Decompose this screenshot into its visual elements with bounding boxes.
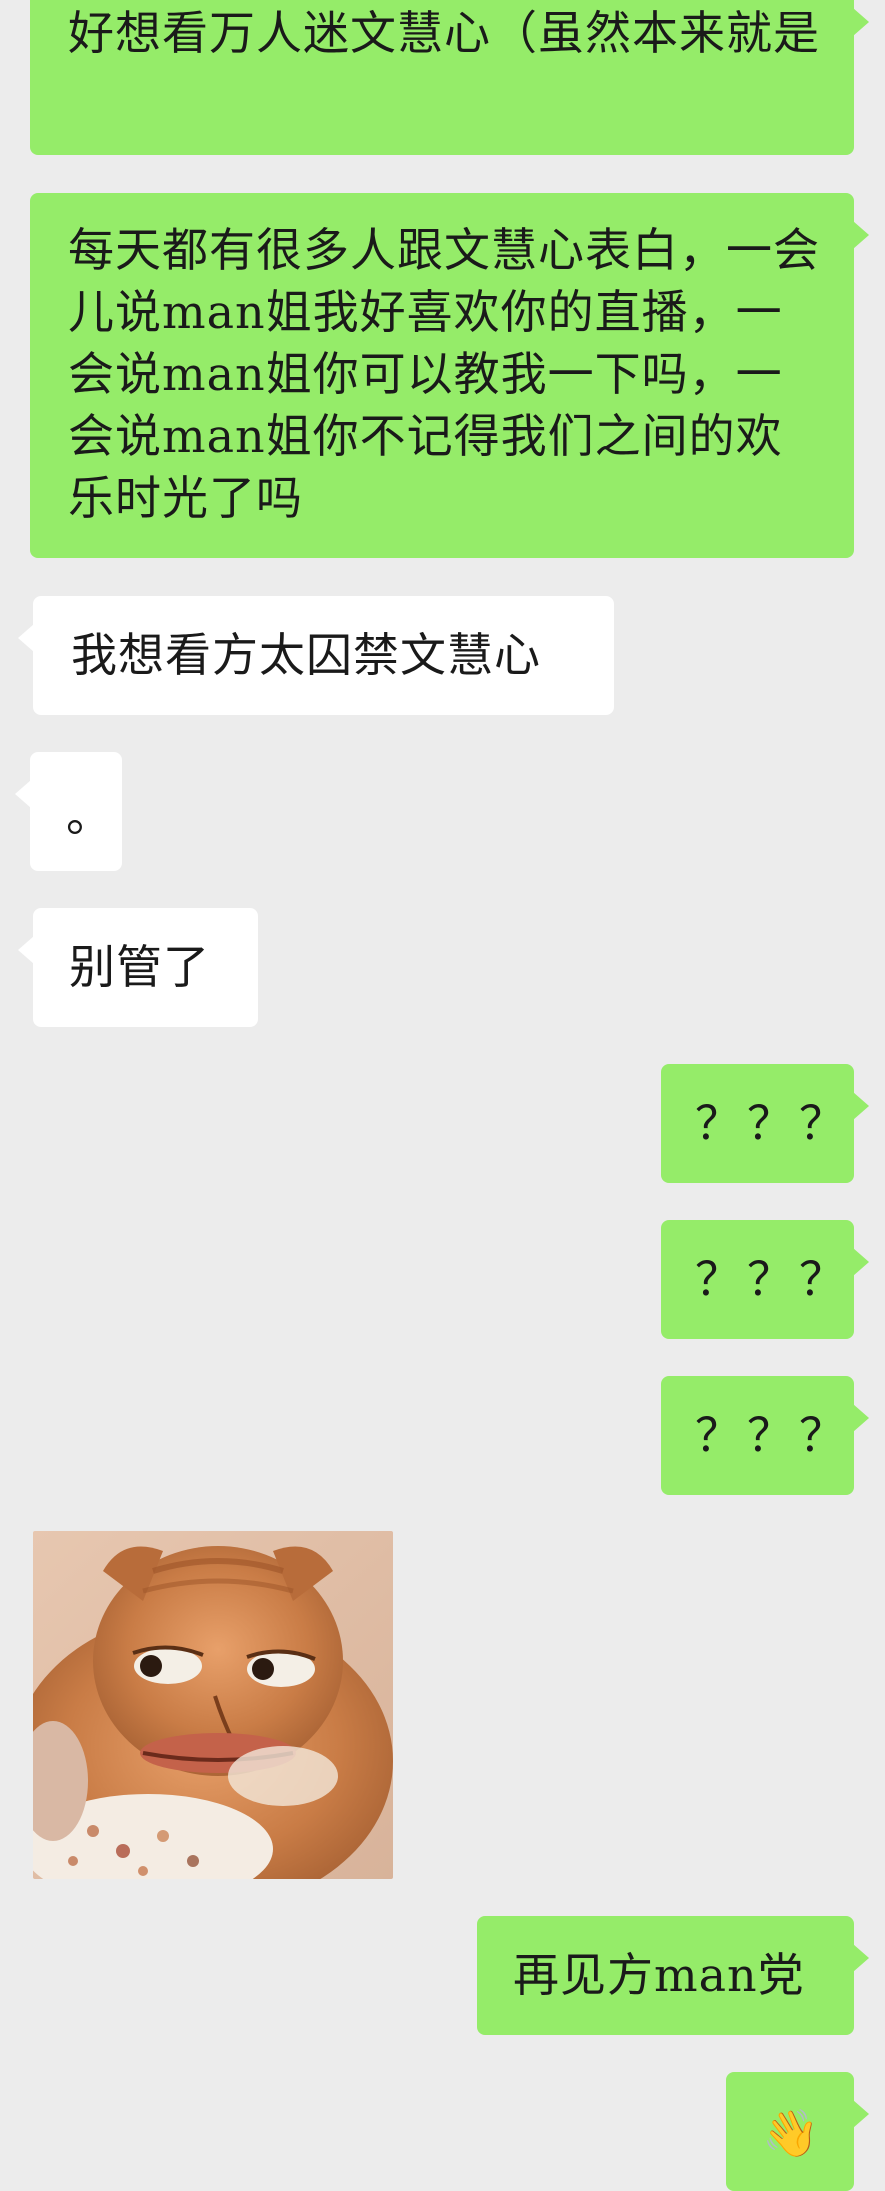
message-text: 每天都有很多人跟文慧心表白，一会儿说man姐我好喜欢你的直播，一会说man姐你可… [68,223,820,525]
message-text: 再见方man党 [513,1948,805,2002]
message-text: ？？？ [695,1096,851,1150]
outgoing-message-bubble[interactable]: ？？？ [661,1064,869,1183]
message-text: 好想看万人迷文慧心（虽然本来就是 [68,6,820,60]
incoming-message-bubble[interactable]: 。 [15,752,122,871]
chat-message-list[interactable]: 好想看万人迷文慧心（虽然本来就是 每天都有很多人跟文慧心表白，一会儿说man姐我… [0,0,885,2191]
incoming-message-bubble[interactable]: 我想看方太囚禁文慧心 [18,596,614,715]
message-text: ？？？ [695,1408,851,1462]
outgoing-message-bubble[interactable]: 每天都有很多人跟文慧心表白，一会儿说man姐我好喜欢你的直播，一会说man姐你可… [30,193,869,558]
message-text: 。 [66,788,113,842]
outgoing-message-bubble[interactable]: 再见方man党 [477,1916,869,2035]
outgoing-message-bubble[interactable]: 👋 [726,2072,869,2191]
outgoing-message-bubble[interactable]: 好想看万人迷文慧心（虽然本来就是 [30,0,869,155]
message-text: 别管了 [69,940,210,994]
outgoing-message-bubble[interactable]: ？？？ [661,1376,869,1495]
message-text: ？？？ [695,1252,851,1306]
waving-hand-emoji-icon: 👋 [762,2106,821,2160]
outgoing-message-bubble[interactable]: ？？？ [661,1220,869,1339]
cat-meme-sticker[interactable] [33,1531,393,1879]
incoming-message-bubble[interactable]: 别管了 [18,908,258,1027]
message-text: 我想看方太囚禁文慧心 [71,628,541,682]
cat-meme-image [33,1531,393,1879]
